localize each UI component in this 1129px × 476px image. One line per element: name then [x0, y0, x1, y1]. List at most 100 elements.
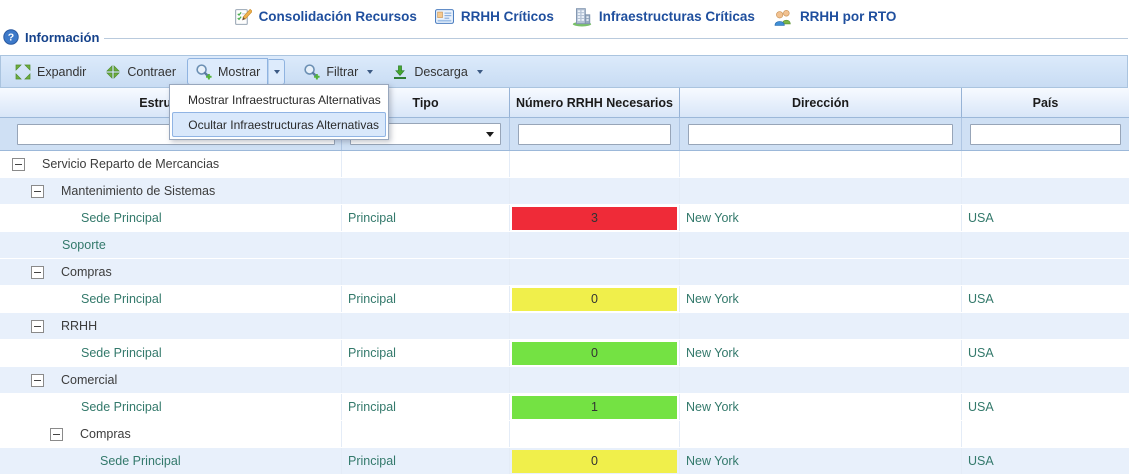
structure-label: Comercial — [61, 373, 117, 387]
direccion-cell — [680, 367, 962, 393]
panel-title: Información — [25, 30, 99, 45]
legend-divider — [104, 38, 1128, 39]
numero-rrhh-cell: 0 — [510, 340, 680, 366]
nav-rrhh-por-rto[interactable]: RRHH por RTO — [773, 8, 897, 26]
numero-rrhh-cell: 3 — [510, 205, 680, 231]
collapse-button[interactable]: Contraer — [97, 59, 184, 85]
show-dropdown-arrow[interactable] — [268, 59, 285, 85]
pais-cell: USA — [962, 286, 1129, 312]
structure-label: Compras — [80, 427, 131, 441]
button-label: Mostrar — [218, 65, 260, 79]
estructura-cell: Sede Principal — [0, 286, 342, 312]
table-row[interactable]: Mantenimiento de Sistemas — [0, 178, 1129, 205]
rrhh-count-badge: 1 — [512, 396, 677, 419]
estructura-cell: Sede Principal — [0, 205, 342, 231]
numero-rrhh-cell — [510, 178, 680, 204]
grid-body: Servicio Reparto de MercanciasMantenimie… — [0, 151, 1129, 475]
direccion-cell — [680, 259, 962, 285]
table-row[interactable]: Soporte — [0, 232, 1129, 259]
nav-label: RRHH por RTO — [800, 9, 897, 24]
tipo-cell — [342, 151, 510, 177]
people-icon — [773, 8, 793, 26]
download-icon — [392, 64, 408, 80]
nav-rrhh-criticos[interactable]: RRHH Críticos — [435, 9, 554, 24]
pais-cell — [962, 259, 1129, 285]
collapse-icon[interactable] — [31, 185, 44, 198]
tipo-cell — [342, 232, 510, 258]
table-row[interactable]: Sede PrincipalPrincipal0New YorkUSA — [0, 448, 1129, 475]
nav-infraestructuras-criticas[interactable]: Infraestructuras Críticas — [572, 7, 755, 27]
rrhh-count-badge: 0 — [512, 288, 677, 311]
table-row[interactable]: Sede PrincipalPrincipal0New YorkUSA — [0, 286, 1129, 313]
table-row[interactable]: Servicio Reparto de Mercancias — [0, 151, 1129, 178]
pais-filter-input[interactable] — [970, 124, 1121, 145]
column-header-direccion[interactable]: Dirección — [680, 88, 962, 117]
menu-item-mostrar-infraestructuras[interactable]: Mostrar Infraestructuras Alternativas — [172, 87, 386, 112]
tipo-cell: Principal — [342, 394, 510, 420]
pais-cell: USA — [962, 205, 1129, 231]
nav-label: RRHH Críticos — [461, 9, 554, 24]
numero-rrhh-cell — [510, 421, 680, 447]
collapse-icon[interactable] — [31, 266, 44, 279]
pais-cell — [962, 313, 1129, 339]
table-row[interactable]: Sede PrincipalPrincipal1New YorkUSA — [0, 394, 1129, 421]
nav-consolidacion-recursos[interactable]: Consolidación Recursos — [233, 7, 417, 27]
tipo-cell: Principal — [342, 448, 510, 474]
show-button[interactable]: Mostrar — [187, 58, 268, 85]
tipo-cell: Principal — [342, 286, 510, 312]
numero-rrhh-cell — [510, 232, 680, 258]
filter-button[interactable]: Filtrar — [295, 58, 381, 85]
tipo-cell — [342, 313, 510, 339]
direccion-cell: New York — [680, 448, 962, 474]
direccion-filter-input[interactable] — [688, 124, 953, 145]
collapse-icon[interactable] — [12, 158, 25, 171]
structure-label: Sede Principal — [81, 346, 162, 360]
table-row[interactable]: Comercial — [0, 367, 1129, 394]
top-nav: Consolidación Recursos RRHH Críticos — [0, 0, 1129, 30]
collapse-icon[interactable] — [31, 320, 44, 333]
menu-item-label: Ocultar Infraestructuras Alternativas — [188, 118, 379, 132]
tipo-cell — [342, 259, 510, 285]
button-label: Filtrar — [326, 65, 358, 79]
pais-cell — [962, 367, 1129, 393]
button-label: Expandir — [37, 65, 86, 79]
table-row[interactable]: Compras — [0, 421, 1129, 448]
direccion-cell — [680, 151, 962, 177]
tipo-cell — [342, 367, 510, 393]
direccion-cell — [680, 421, 962, 447]
rrhh-count-badge: 0 — [512, 450, 677, 473]
numero-rrhh-cell — [510, 151, 680, 177]
collapse-icon[interactable] — [50, 428, 63, 441]
direccion-cell: New York — [680, 394, 962, 420]
numero-filter-input[interactable] — [518, 124, 671, 145]
estructura-cell: Sede Principal — [0, 394, 342, 420]
numero-rrhh-cell: 0 — [510, 286, 680, 312]
rrhh-count-badge: 3 — [512, 207, 677, 230]
table-row[interactable]: Sede PrincipalPrincipal0New YorkUSA — [0, 340, 1129, 367]
direccion-cell — [680, 313, 962, 339]
structure-label: Sede Principal — [100, 454, 181, 468]
structures-grid: Estructura Tipo Número RRHH Necesarios D… — [0, 88, 1129, 475]
estructura-cell: Mantenimiento de Sistemas — [0, 178, 342, 204]
table-row[interactable]: Compras — [0, 259, 1129, 286]
estructura-cell: Compras — [0, 259, 342, 285]
direccion-cell: New York — [680, 340, 962, 366]
estructura-cell: Comercial — [0, 367, 342, 393]
vcard-icon — [435, 9, 454, 24]
select-caret-icon — [486, 132, 494, 137]
pais-cell — [962, 178, 1129, 204]
column-header-numero-rrhh[interactable]: Número RRHH Necesarios — [510, 88, 680, 117]
table-row[interactable]: Sede PrincipalPrincipal3New YorkUSA — [0, 205, 1129, 232]
menu-item-ocultar-infraestructuras[interactable]: Ocultar Infraestructuras Alternativas — [172, 112, 386, 137]
direccion-cell: New York — [680, 205, 962, 231]
pais-cell — [962, 421, 1129, 447]
estructura-cell: Compras — [0, 421, 342, 447]
download-button[interactable]: Descarga — [384, 59, 491, 85]
magnifier-add-icon — [195, 63, 212, 80]
expand-all-icon — [15, 64, 31, 80]
direccion-cell — [680, 178, 962, 204]
collapse-icon[interactable] — [31, 374, 44, 387]
expand-button[interactable]: Expandir — [7, 59, 94, 85]
column-header-pais[interactable]: País — [962, 88, 1129, 117]
table-row[interactable]: RRHH — [0, 313, 1129, 340]
